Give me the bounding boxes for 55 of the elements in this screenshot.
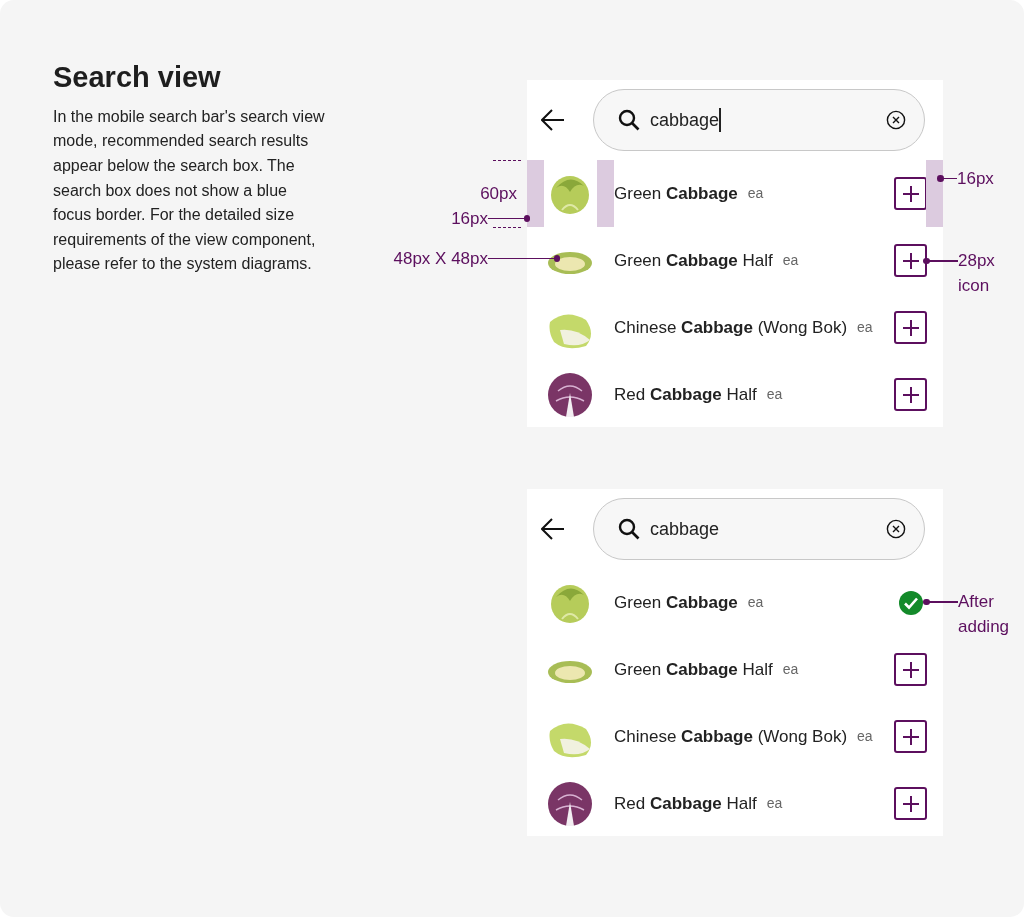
unit-label: ea bbox=[766, 385, 783, 404]
plus-icon bbox=[900, 183, 921, 204]
plus-icon bbox=[900, 384, 921, 405]
plus-icon bbox=[900, 250, 921, 271]
plus-icon bbox=[900, 659, 921, 680]
clear-icon[interactable] bbox=[886, 519, 906, 539]
leader-line bbox=[940, 177, 957, 180]
add-button[interactable] bbox=[894, 653, 927, 686]
annotation-label: 16px bbox=[451, 208, 488, 230]
annotation-label: 16px bbox=[957, 168, 994, 190]
leader-line bbox=[488, 217, 527, 220]
page-title: Search view bbox=[53, 60, 222, 95]
product-name: Red Cabbage Half bbox=[614, 383, 757, 406]
search-icon bbox=[618, 518, 640, 540]
add-button[interactable] bbox=[894, 244, 927, 277]
unit-label: ea bbox=[766, 794, 783, 813]
leader-line bbox=[926, 601, 958, 603]
leader-line bbox=[926, 260, 958, 262]
add-button[interactable] bbox=[894, 720, 927, 753]
product-name: Chinese Cabbage (Wong Bok) bbox=[614, 725, 848, 748]
annotation-label: 60px bbox=[480, 183, 517, 205]
search-field[interactable]: cabbage bbox=[593, 498, 925, 560]
annotation-label: 48px X 48px bbox=[393, 248, 488, 270]
cabbage-drawing bbox=[546, 779, 594, 828]
product-name: Chinese Cabbage (Wong Bok) bbox=[614, 316, 848, 339]
unit-label: ea bbox=[857, 727, 873, 746]
dashed-guide bbox=[493, 160, 521, 161]
leader-line bbox=[488, 257, 557, 260]
product-name: Red Cabbage Half bbox=[614, 792, 757, 815]
annotation-label: 28px icon bbox=[958, 250, 996, 297]
add-button[interactable] bbox=[894, 177, 927, 210]
product-name: Green Cabbage Half bbox=[614, 249, 773, 272]
unit-label: ea bbox=[782, 251, 799, 270]
back-arrow-icon[interactable] bbox=[541, 109, 565, 131]
unit-label: ea bbox=[747, 593, 764, 612]
description-paragraph: In the mobile search bar's search view mode, recommended search results appear below the search box. The search box does not show a blue focus border. For the detailed size requirements of the view component, please refer to the system diagrams. bbox=[53, 106, 326, 275]
unit-label: ea bbox=[782, 660, 799, 679]
clear-icon[interactable] bbox=[886, 110, 906, 130]
plus-icon bbox=[900, 726, 921, 747]
back-arrow-icon[interactable] bbox=[541, 518, 565, 540]
plus-icon bbox=[900, 317, 921, 338]
search-field[interactable]: cabbage bbox=[593, 89, 925, 151]
search-icon bbox=[618, 109, 640, 131]
plus-icon bbox=[900, 793, 921, 814]
annotation-label: After adding bbox=[958, 591, 1010, 638]
product-name: Green Cabbage bbox=[614, 591, 738, 614]
product-name: Green Cabbage Half bbox=[614, 658, 773, 681]
add-button[interactable] bbox=[894, 378, 927, 411]
product-name: Green Cabbage bbox=[614, 182, 738, 205]
unit-label: ea bbox=[747, 184, 764, 203]
add-button[interactable] bbox=[894, 311, 927, 344]
add-button[interactable] bbox=[894, 787, 927, 820]
cabbage-drawing bbox=[546, 370, 594, 419]
unit-label: ea bbox=[857, 318, 873, 337]
dashed-guide bbox=[493, 227, 521, 228]
